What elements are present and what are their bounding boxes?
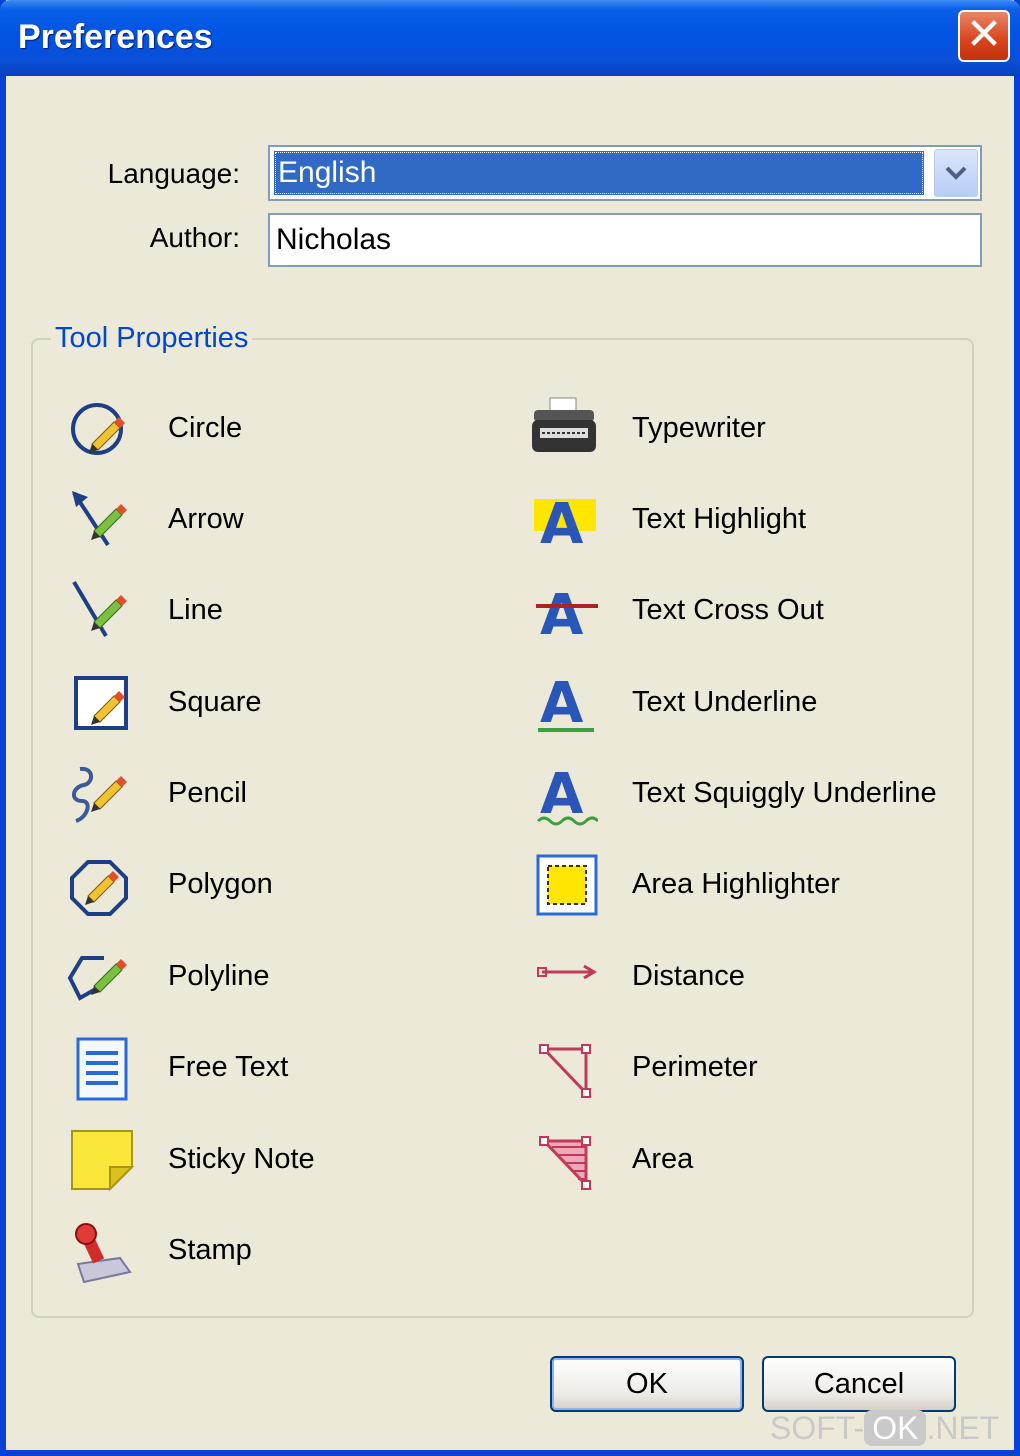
freehand-pencil-icon	[72, 766, 127, 823]
polygon-pencil-icon	[70, 860, 128, 916]
text-highlight-icon: A	[534, 492, 596, 557]
tool-label: Area Highlighter	[632, 868, 840, 900]
ok-button[interactable]: OK	[550, 1356, 744, 1412]
polyline-pencil-icon	[67, 956, 127, 1001]
window-title: Preferences	[18, 18, 213, 56]
close-icon: ✕	[965, 9, 1003, 60]
stamp-icon	[75, 1223, 132, 1284]
typewriter-icon	[532, 397, 596, 452]
tool-label: Stamp	[168, 1234, 252, 1266]
watermark-left: SOFT-	[770, 1410, 865, 1446]
tool-label: Square	[168, 686, 262, 718]
tool-label: Polygon	[168, 868, 273, 900]
tool-label: Free Text	[168, 1051, 289, 1083]
svg-text:A: A	[540, 671, 584, 736]
tool-label: Text Cross Out	[632, 594, 824, 626]
tool-label: Arrow	[168, 503, 244, 535]
text-cross-out-icon: A	[536, 583, 598, 648]
area-measure-icon	[539, 1136, 591, 1190]
close-button[interactable]: ✕	[958, 9, 1010, 62]
text-underline-icon: A	[538, 671, 594, 736]
dropdown-button[interactable]	[934, 149, 978, 197]
title-bar[interactable]: Preferences ✕	[0, 0, 1020, 76]
watermark-right: .NET	[926, 1410, 1000, 1446]
tool-label: Area	[632, 1143, 694, 1175]
free-text-icon	[76, 1037, 128, 1101]
cancel-button[interactable]: Cancel	[762, 1356, 956, 1412]
group-title: Tool Properties	[51, 322, 253, 355]
chevron-down-icon	[945, 166, 967, 180]
text-squiggly-icon: A	[536, 762, 598, 827]
preferences-dialog: Preferences ✕ Language: English Author: …	[0, 0, 1020, 1456]
tool-label: Text Highlight	[632, 503, 807, 535]
author-label: Author:	[149, 222, 240, 253]
watermark-ok: OK	[864, 1410, 927, 1446]
tool-label: Pencil	[168, 777, 247, 809]
language-selected-value: English	[274, 151, 924, 195]
area-highlighter-icon	[536, 854, 598, 916]
tool-label: Circle	[168, 412, 243, 444]
line-pencil-icon	[72, 580, 127, 638]
tool-label: Distance	[632, 960, 745, 992]
watermark: SOFT- OK .NET	[770, 1410, 999, 1447]
tool-label: Text Underline	[632, 686, 818, 718]
square-pencil-icon	[74, 676, 128, 730]
arrow-pencil-icon	[72, 491, 127, 547]
circle-pencil-icon	[71, 403, 125, 455]
svg-text:A: A	[540, 583, 584, 648]
tool-label: Sticky Note	[168, 1143, 315, 1175]
language-select[interactable]: English	[268, 145, 982, 201]
tool-label: Perimeter	[632, 1051, 758, 1083]
author-input[interactable]: Nicholas	[268, 213, 982, 267]
tool-label: Line	[168, 594, 223, 626]
tool-label: Text Squiggly Underline	[632, 777, 937, 809]
sticky-note-icon	[71, 1130, 134, 1192]
tool-label: Polyline	[168, 960, 270, 992]
perimeter-icon	[539, 1044, 591, 1098]
svg-text:A: A	[540, 492, 584, 557]
tool-label: Typewriter	[632, 412, 766, 444]
distance-icon	[537, 964, 597, 980]
language-label: Language:	[107, 158, 240, 189]
